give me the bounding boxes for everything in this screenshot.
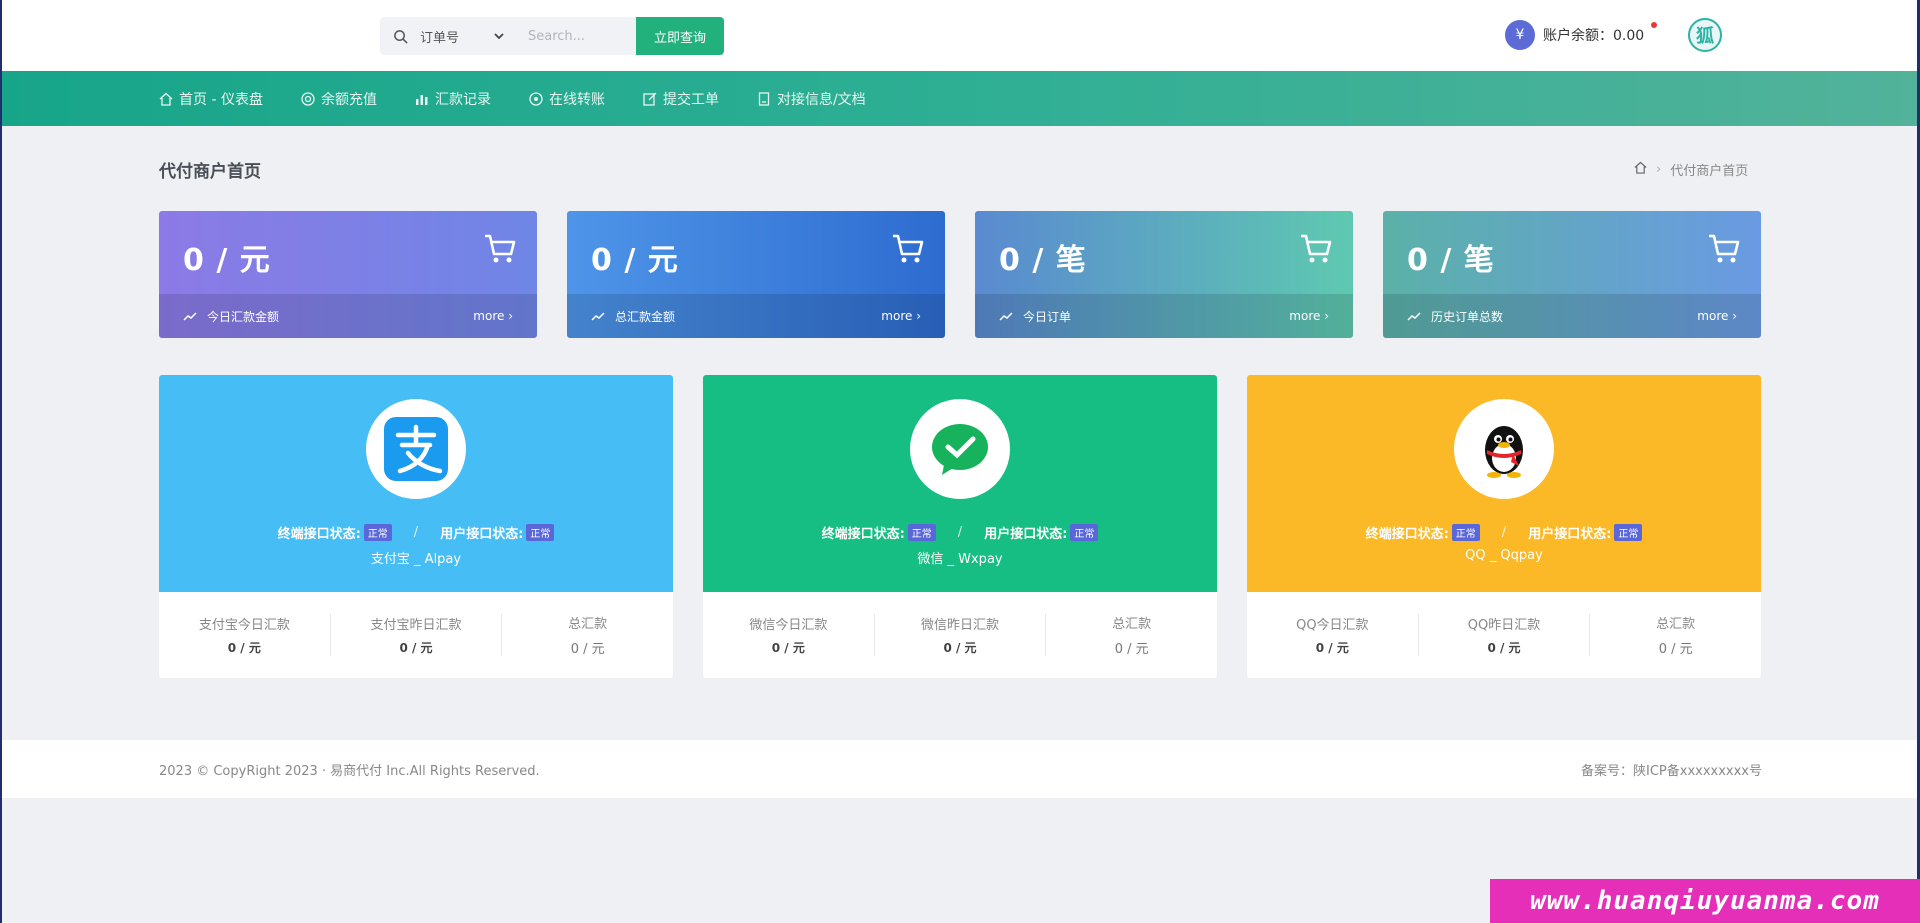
qq-card: 终端接口状态: 正常 / 用户接口状态: 正常 QQ _ Qqpay QQ今日汇… — [1247, 375, 1761, 678]
status-badge: 正常 — [1451, 524, 1480, 541]
stat-label: 今日订单 — [1023, 309, 1072, 324]
search-submit-button[interactable]: 立即查询 — [636, 17, 724, 55]
pay-method-name: QQ _ Qqpay — [1465, 548, 1543, 563]
stat-cell: 总汇款 0 / 元 — [1112, 617, 1152, 657]
wechat-logo-icon — [910, 399, 1010, 499]
status-badge: 正常 — [1070, 524, 1099, 541]
alipay-logo-icon — [366, 399, 466, 499]
status-badge: 正常 — [526, 524, 555, 541]
interface-status: 终端接口状态: 正常 / 用户接口状态: 正常 — [159, 523, 673, 542]
target-icon — [301, 91, 315, 106]
interface-status: 终端接口状态: 正常 / 用户接口状态: 正常 — [1247, 523, 1761, 542]
nav-label: 汇款记录 — [434, 91, 491, 108]
stat-cell: 总汇款 0 / 元 — [1656, 617, 1696, 657]
status-badge: 正常 — [907, 524, 936, 541]
document-icon — [758, 91, 770, 106]
more-link[interactable]: more › — [881, 309, 921, 323]
more-link[interactable]: more › — [1289, 309, 1329, 323]
nav-item-dashboard[interactable]: 首页 - 仪表盘 — [159, 89, 263, 109]
edit-icon — [643, 92, 657, 106]
nav-item-remittance[interactable]: 汇款记录 — [415, 89, 491, 109]
home-icon[interactable] — [1634, 161, 1647, 178]
breadcrumb-current: 代付商户首页 — [1670, 164, 1749, 179]
stat-cell: 微信今日汇款 0 / 元 — [703, 614, 875, 656]
stat-footer: 今日订单 more › — [975, 294, 1353, 338]
stat-label: 历史订单总数 — [1431, 309, 1504, 324]
nav-label: 对接信息/文档 — [776, 91, 866, 108]
nav-item-recharge[interactable]: 余额充值 — [301, 89, 377, 109]
breadcrumb: › 代付商户首页 — [1634, 160, 1748, 179]
trend-up-icon — [1407, 312, 1421, 321]
interface-status: 终端接口状态: 正常 / 用户接口状态: 正常 — [703, 523, 1217, 542]
cart-icon — [1709, 234, 1740, 263]
stat-cell: 微信昨日汇款 0 / 元 — [875, 614, 1047, 656]
stat-value: 0 / 笔 — [1407, 243, 1495, 278]
stat-value: 0 / 笔 — [999, 243, 1087, 278]
stat-cell: 支付宝昨日汇款 0 / 元 — [331, 614, 503, 656]
copyright-text: 2023 © CopyRight 2023 · 易商代付 Inc.All Rig… — [159, 764, 540, 779]
chevron-down-icon — [494, 29, 504, 44]
wechat-card: 终端接口状态: 正常 / 用户接口状态: 正常 微信 _ Wxpay 微信今日汇… — [703, 375, 1217, 678]
search-input[interactable] — [516, 28, 636, 44]
stat-cell: QQ昨日汇款 0 / 元 — [1419, 614, 1591, 656]
cart-icon — [1301, 234, 1332, 263]
status-badge: 正常 — [363, 524, 392, 541]
nav-label: 余额充值 — [320, 91, 377, 108]
trend-up-icon — [999, 312, 1013, 321]
notification-dot — [1651, 22, 1657, 28]
qq-penguin-icon — [1454, 399, 1554, 499]
stat-card-today-orders: 0 / 笔 今日订单 more › — [975, 211, 1353, 338]
main-nav: 首页 - 仪表盘 余额充值 汇款记录 在线转账 提交工单 对接信息/文档 — [2, 71, 1917, 126]
trend-up-icon — [183, 312, 197, 321]
stat-value: 0 / 元 — [591, 243, 679, 278]
more-link[interactable]: more › — [473, 309, 513, 323]
breadcrumb-separator: › — [1656, 162, 1662, 177]
nav-item-ticket[interactable]: 提交工单 — [643, 89, 719, 109]
nav-label: 提交工单 — [662, 91, 719, 108]
avatar[interactable]: 狐 — [1688, 18, 1722, 52]
stat-value: 0 / 元 — [183, 243, 271, 278]
yen-icon: ¥ — [1505, 20, 1535, 50]
stat-footer: 总汇款金额 more › — [567, 294, 945, 338]
stat-footer: 今日汇款金额 more › — [159, 294, 537, 338]
status-badge: 正常 — [1614, 524, 1643, 541]
stat-footer: 历史订单总数 more › — [1383, 294, 1761, 338]
stat-label: 总汇款金额 — [615, 309, 676, 324]
home-icon — [159, 92, 173, 106]
stat-card-today-amount: 0 / 元 今日汇款金额 more › — [159, 211, 537, 338]
nav-label: 首页 - 仪表盘 — [179, 91, 263, 108]
nav-item-docs[interactable]: 对接信息/文档 — [757, 89, 866, 109]
more-link[interactable]: more › — [1697, 309, 1737, 323]
stat-card-history-orders: 0 / 笔 历史订单总数 more › — [1383, 211, 1761, 338]
stat-label: 今日汇款金额 — [207, 309, 280, 324]
pay-method-name: 支付宝 _ Alpay — [370, 552, 462, 567]
footer: 2023 © CopyRight 2023 · 易商代付 Inc.All Rig… — [2, 740, 1917, 798]
nav-label: 在线转账 — [548, 91, 605, 108]
search-icon — [380, 29, 420, 44]
account-balance[interactable]: ¥ 账户余额：0.00 — [1505, 20, 1657, 50]
cart-icon — [893, 234, 924, 263]
bar-chart-icon — [415, 94, 428, 105]
icp-text: 备案号：陕ICP备xxxxxxxxx号 — [1581, 764, 1762, 779]
search-type-label: 订单号 — [420, 30, 460, 46]
stat-cell: QQ今日汇款 0 / 元 — [1247, 614, 1419, 656]
stat-card-total-amount: 0 / 元 总汇款金额 more › — [567, 211, 945, 338]
stat-cell: 支付宝今日汇款 0 / 元 — [159, 614, 331, 656]
search-group: 订单号 立即查询 — [380, 17, 724, 55]
site-watermark: www.huanqiuyuanma.com — [1490, 879, 1920, 923]
top-bar: 订单号 立即查询 ¥ 账户余额：0.00 狐 — [2, 0, 1917, 71]
cart-icon — [485, 234, 516, 263]
alipay-card: 终端接口状态: 正常 / 用户接口状态: 正常 支付宝 _ Alpay 支付宝今… — [159, 375, 673, 678]
stat-cell: 总汇款 0 / 元 — [568, 617, 608, 657]
page-title: 代付商户首页 — [159, 162, 261, 182]
trend-up-icon — [591, 312, 605, 321]
balance-label: 账户余额：0.00 — [1543, 28, 1645, 44]
nav-item-transfer[interactable]: 在线转账 — [529, 89, 605, 109]
pay-method-name: 微信 _ Wxpay — [917, 552, 1003, 567]
search-type-select[interactable]: 订单号 — [420, 27, 516, 46]
transfer-icon — [529, 91, 543, 106]
